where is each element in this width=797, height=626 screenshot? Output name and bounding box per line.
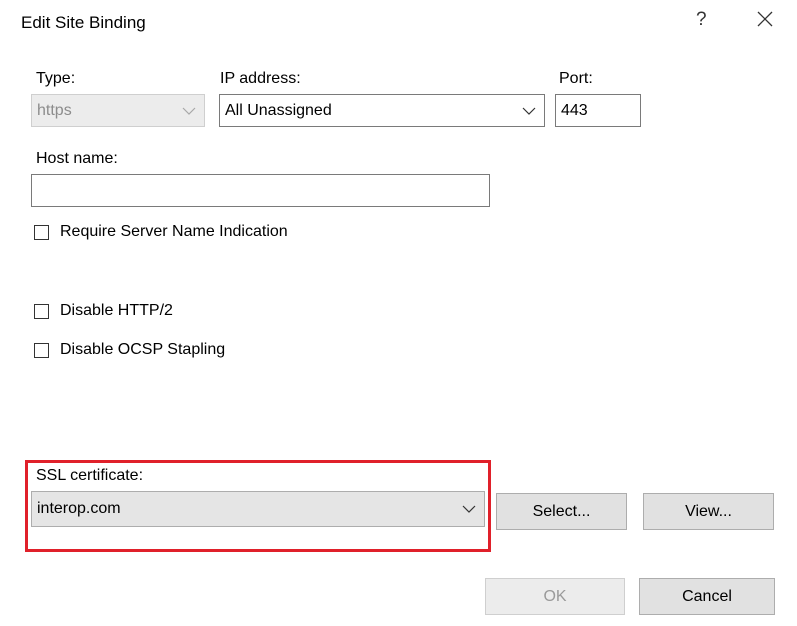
ip-address-label: IP address: (220, 70, 301, 87)
host-name-input[interactable] (31, 174, 490, 207)
chevron-down-icon (182, 107, 196, 115)
close-button[interactable] (752, 6, 778, 32)
port-label: Port: (559, 70, 593, 87)
cancel-button[interactable]: Cancel (639, 578, 775, 615)
dialog-title: Edit Site Binding (21, 13, 146, 32)
select-certificate-button[interactable]: Select... (496, 493, 627, 530)
require-sni-option[interactable]: Require Server Name Indication (34, 223, 288, 241)
require-sni-checkbox[interactable] (34, 224, 49, 240)
chevron-down-icon (522, 107, 536, 115)
port-input[interactable]: 443 (555, 94, 641, 127)
ssl-certificate-label: SSL certificate: (36, 467, 144, 484)
port-value: 443 (561, 101, 588, 119)
type-label: Type: (36, 70, 76, 87)
disable-http2-label: Disable HTTP/2 (60, 302, 173, 319)
view-certificate-button[interactable]: View... (643, 493, 774, 530)
host-name-label: Host name: (36, 150, 118, 167)
type-value: https (37, 101, 72, 119)
ssl-certificate-value: interop.com (37, 500, 121, 517)
disable-ocsp-label: Disable OCSP Stapling (60, 341, 226, 358)
disable-http2-checkbox[interactable] (34, 303, 49, 319)
disable-ocsp-option[interactable]: Disable OCSP Stapling (34, 341, 225, 359)
chevron-down-icon (462, 505, 476, 513)
ip-address-value: All Unassigned (225, 101, 332, 119)
ssl-certificate-select[interactable]: interop.com (31, 491, 485, 527)
help-button[interactable]: ? (696, 9, 707, 31)
close-icon (757, 11, 773, 27)
type-select[interactable]: https (31, 94, 205, 127)
ok-button[interactable]: OK (485, 578, 625, 615)
disable-ocsp-checkbox[interactable] (34, 342, 49, 358)
disable-http2-option[interactable]: Disable HTTP/2 (34, 302, 173, 320)
ip-address-select[interactable]: All Unassigned (219, 94, 545, 127)
require-sni-label: Require Server Name Indication (60, 223, 288, 240)
